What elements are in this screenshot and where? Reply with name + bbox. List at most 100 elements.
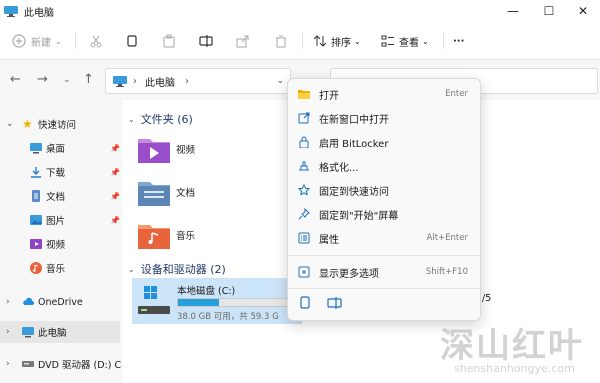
rename-icon <box>199 35 213 47</box>
expand-chevron-icon[interactable]: › <box>6 297 10 307</box>
document-folder-icon <box>138 182 170 206</box>
pin-icon <box>298 208 310 220</box>
pin-icon: 📌 <box>110 143 120 153</box>
command-bar: 新建 ⌄ 排序 ⌄ 查看 ⌄ ··· <box>0 22 600 60</box>
menu-item-label: 固定到快速访问 <box>319 186 389 198</box>
cut-button[interactable] <box>89 32 103 50</box>
picture-icon <box>30 215 42 225</box>
view-label: 查看 <box>399 37 419 49</box>
folder-item-documents[interactable]: 文档 <box>138 176 195 208</box>
expand-chevron-icon[interactable]: › <box>6 359 10 369</box>
sort-label: 排序 <box>331 37 351 49</box>
menu-item-shortcut: Shift+F10 <box>425 267 468 277</box>
sort-button[interactable]: 排序 ⌄ <box>313 32 361 50</box>
menu-item-label: 打开 <box>319 90 339 102</box>
desktop-icon <box>30 143 42 154</box>
folder-label: 音乐 <box>176 231 196 242</box>
menu-divider <box>288 288 480 289</box>
this-pc-icon <box>22 327 34 338</box>
menu-item-open[interactable]: 打开 Enter <box>288 82 480 106</box>
maximize-button[interactable]: ☐ <box>532 0 566 22</box>
folder-open-icon <box>298 90 310 99</box>
menu-item-bitlocker[interactable]: 启用 BitLocker <box>288 130 480 154</box>
sidebar-item-onedrive[interactable]: › OneDrive <box>0 291 120 313</box>
sidebar-item-quick-access[interactable]: ⌄ ★ 快速访问 <box>0 113 120 135</box>
folder-item-music[interactable]: 音乐 <box>138 219 195 251</box>
menu-item-shortcut: Enter <box>445 89 468 99</box>
sidebar-item-desktop[interactable]: 桌面 📌 <box>0 137 120 159</box>
folder-item-videos[interactable]: 视频 <box>138 133 195 165</box>
breadcrumb-this-pc[interactable]: 此电脑 <box>145 74 175 89</box>
forward-arrow-icon[interactable]: → <box>37 72 48 87</box>
watermark: 深山红叶 shenshanhongye.com <box>440 318 600 383</box>
dvd-drive-icon <box>22 361 34 367</box>
address-dropdown-icon[interactable]: ⌄ <box>276 76 284 86</box>
menu-item-label: 属性 <box>319 234 339 246</box>
share-icon <box>236 35 249 48</box>
sidebar-item-dvd[interactable]: › DVD 驱动器 (D:) C( <box>0 353 122 375</box>
sidebar-item-label: 音乐 <box>46 264 66 275</box>
back-arrow-icon[interactable]: ← <box>10 72 21 87</box>
menu-item-pin-start[interactable]: 固定到"开始"屏幕 <box>288 202 480 226</box>
menu-item-pin-quick-access[interactable]: 固定到快速访问 <box>288 178 480 202</box>
collapse-chevron-icon[interactable]: ⌄ <box>128 265 135 274</box>
expand-chevron-icon[interactable]: ⌄ <box>6 119 14 129</box>
chevron-down-icon: ⌄ <box>422 36 429 46</box>
pin-icon: 📌 <box>110 215 120 225</box>
share-button[interactable] <box>236 32 250 50</box>
sidebar-item-videos[interactable]: 视频 <box>0 233 120 255</box>
sidebar-item-label: 图片 <box>46 216 66 227</box>
address-bar[interactable]: › 此电脑 › ⌄ <box>105 68 291 94</box>
sidebar-item-label: OneDrive <box>38 296 83 308</box>
sidebar-item-downloads[interactable]: 下载 📌 <box>0 161 120 183</box>
breadcrumb-separator: › <box>133 75 137 87</box>
drives-group-header[interactable]: ⌄ 设备和驱动器 (2) <box>128 261 226 277</box>
watermark-en: shenshanhongye.com <box>454 362 575 375</box>
star-icon <box>298 184 310 196</box>
menu-item-label: 启用 BitLocker <box>319 138 389 150</box>
close-button[interactable]: ✕ <box>566 0 600 22</box>
menu-divider <box>288 255 480 256</box>
menu-item-shortcut: Alt+Enter <box>426 233 468 243</box>
drive-item-c[interactable]: 本地磁盘 (C:) 38.0 GB 可用，共 59.3 G <box>132 278 302 324</box>
star-icon: ★ <box>22 117 33 131</box>
collapse-chevron-icon[interactable]: ⌄ <box>128 115 135 124</box>
menu-item-format[interactable]: 格式化... <box>288 154 480 178</box>
download-icon <box>31 167 41 178</box>
more-button[interactable]: ··· <box>453 32 464 50</box>
rename-icon[interactable] <box>326 294 344 312</box>
sidebar-item-this-pc[interactable]: › 此电脑 <box>0 321 120 343</box>
menu-item-properties[interactable]: 属性 Alt+Enter <box>288 226 480 250</box>
more-options-icon <box>298 266 310 278</box>
folders-group-header[interactable]: ⌄ 文件夹 (6) <box>128 111 193 127</box>
breadcrumb-separator: › <box>185 75 189 87</box>
drive-name: 本地磁盘 (C:) <box>177 286 236 297</box>
new-button[interactable]: 新建 ⌄ <box>12 32 62 50</box>
cloud-icon <box>23 297 34 305</box>
sidebar-item-music[interactable]: 音乐 <box>0 257 120 279</box>
menu-item-open-new-window[interactable]: 在新窗口中打开 <box>288 106 480 130</box>
paste-button[interactable] <box>162 32 176 50</box>
view-button[interactable]: 查看 ⌄ <box>381 32 429 50</box>
delete-button[interactable] <box>274 32 288 50</box>
sidebar-item-pictures[interactable]: 图片 📌 <box>0 209 120 231</box>
divider <box>75 33 76 49</box>
minimize-button[interactable]: — <box>496 0 530 22</box>
plus-circle-icon <box>12 34 26 48</box>
watermark-cn: 深山红叶 <box>440 326 584 366</box>
expand-chevron-icon[interactable]: › <box>6 327 10 337</box>
menu-item-more-options[interactable]: 显示更多选项 Shift+F10 <box>288 260 480 284</box>
video-folder-icon <box>138 139 170 163</box>
context-menu: 打开 Enter 在新窗口中打开 启用 BitLocker 格式化... 固定到… <box>287 78 481 321</box>
folders-header-label: 文件夹 (6) <box>140 113 193 126</box>
sidebar-item-label: 快速访问 <box>38 120 77 131</box>
recent-chevron-icon[interactable]: ⌄ <box>63 75 71 85</box>
pin-icon: 📌 <box>110 191 120 201</box>
rename-button[interactable] <box>199 32 213 50</box>
sidebar-item-label: DVD 驱动器 (D:) C( <box>38 360 122 371</box>
copy-icon <box>127 35 137 47</box>
copy-button[interactable] <box>125 32 139 50</box>
copy-icon[interactable] <box>296 294 314 312</box>
sidebar-item-documents[interactable]: 文档 📌 <box>0 185 120 207</box>
up-arrow-icon[interactable]: ↑ <box>83 72 94 87</box>
